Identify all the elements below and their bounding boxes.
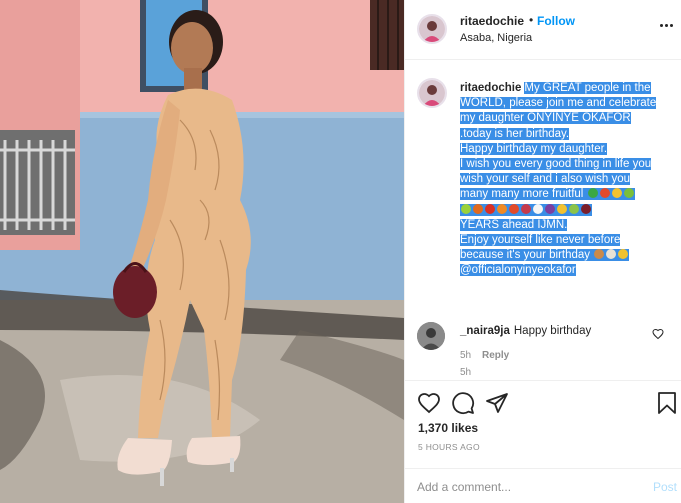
emoji-icon — [473, 203, 483, 214]
emoji-row — [587, 188, 635, 200]
caption-line: Enjoy yourself like never before — [460, 234, 621, 247]
emoji-icon — [509, 203, 519, 214]
caption-username[interactable]: ritaedochie — [460, 82, 521, 94]
post-image — [0, 0, 404, 503]
likes-count[interactable]: 1,370 likes — [418, 421, 478, 435]
caption-line-emoji: because it's your birthday — [460, 249, 630, 262]
avatar[interactable] — [417, 14, 447, 44]
comment-bubble-icon[interactable] — [451, 391, 475, 415]
emoji-icon — [599, 188, 610, 199]
avatar[interactable] — [417, 322, 445, 350]
emoji-icon — [611, 188, 622, 199]
emoji-icon — [497, 203, 507, 214]
comment-time: 5h — [460, 350, 472, 361]
caption-line: many many more fruitful — [460, 188, 584, 201]
comment-input[interactable] — [417, 478, 627, 496]
avatar[interactable] — [417, 78, 447, 108]
paper-plane-icon[interactable] — [485, 391, 509, 415]
comment-item: _naira9ja Happy birthday 5h Reply — [405, 320, 681, 370]
heart-outline-icon[interactable] — [417, 391, 441, 415]
emoji-icon — [606, 249, 617, 260]
post-button[interactable]: Post — [653, 480, 677, 494]
mention-link[interactable]: @officialonyinyeokafor — [460, 264, 576, 277]
caption-line: wish your self and i also wish you — [460, 173, 631, 186]
caption-line: My GREAT people in the — [524, 82, 651, 94]
caption-line: Happy birthday my daughter. — [460, 142, 608, 155]
emoji-row — [460, 203, 592, 216]
emoji-icon — [485, 203, 495, 214]
more-horizontal-icon[interactable] — [660, 24, 674, 28]
post-location[interactable]: Asaba, Nigeria — [460, 32, 532, 44]
emoji-icon — [587, 188, 598, 199]
heart-outline-icon[interactable] — [652, 328, 664, 340]
post-photo[interactable] — [0, 0, 404, 503]
comment-username[interactable]: _naira9ja — [460, 325, 510, 337]
emoji-icon — [521, 203, 531, 214]
caption-line: WORLD, please join me and celebrate — [460, 97, 657, 110]
caption-line: because it's your birthday — [460, 249, 591, 262]
post-header: ritaedochie • Follow Asaba, Nigeria — [405, 0, 681, 60]
emoji-icon — [461, 203, 471, 214]
comment-body: Happy birthday — [513, 325, 592, 337]
caption-line: my daughter ONYINYE OKAFOR — [460, 112, 631, 125]
emoji-icon — [594, 249, 605, 260]
emoji-icon — [581, 203, 591, 214]
add-comment-bar: Post — [405, 468, 681, 503]
caption-line: YEARS ahead IJMN. — [460, 218, 568, 231]
emoji-icon — [623, 188, 634, 199]
emoji-icon — [545, 203, 555, 214]
caption-line: I wish you every good thing in life you — [460, 158, 652, 171]
comment-text: _naira9ja Happy birthday — [460, 325, 591, 337]
emoji-icon — [618, 249, 629, 260]
emoji-icon — [533, 203, 543, 214]
emoji-icon — [569, 203, 579, 214]
post-caption: ritaedochie My GREAT people in the WORLD,… — [460, 81, 660, 279]
separator-dot: • — [529, 13, 534, 27]
caption-line-emoji: many many more fruitful — [460, 188, 635, 201]
caption-line-emoji — [460, 203, 592, 216]
reply-button[interactable]: Reply — [482, 350, 509, 361]
post-timestamp: 5 HOURS AGO — [418, 442, 480, 452]
bookmark-icon[interactable] — [655, 391, 679, 415]
emoji-row — [593, 249, 629, 261]
follow-button[interactable]: Follow — [537, 14, 575, 28]
post-panel: ritaedochie • Follow Asaba, Nigeria rita… — [404, 0, 681, 503]
emoji-icon — [557, 203, 567, 214]
post-username[interactable]: ritaedochie — [460, 14, 524, 28]
caption-line: .today is her birthday. — [460, 127, 570, 140]
